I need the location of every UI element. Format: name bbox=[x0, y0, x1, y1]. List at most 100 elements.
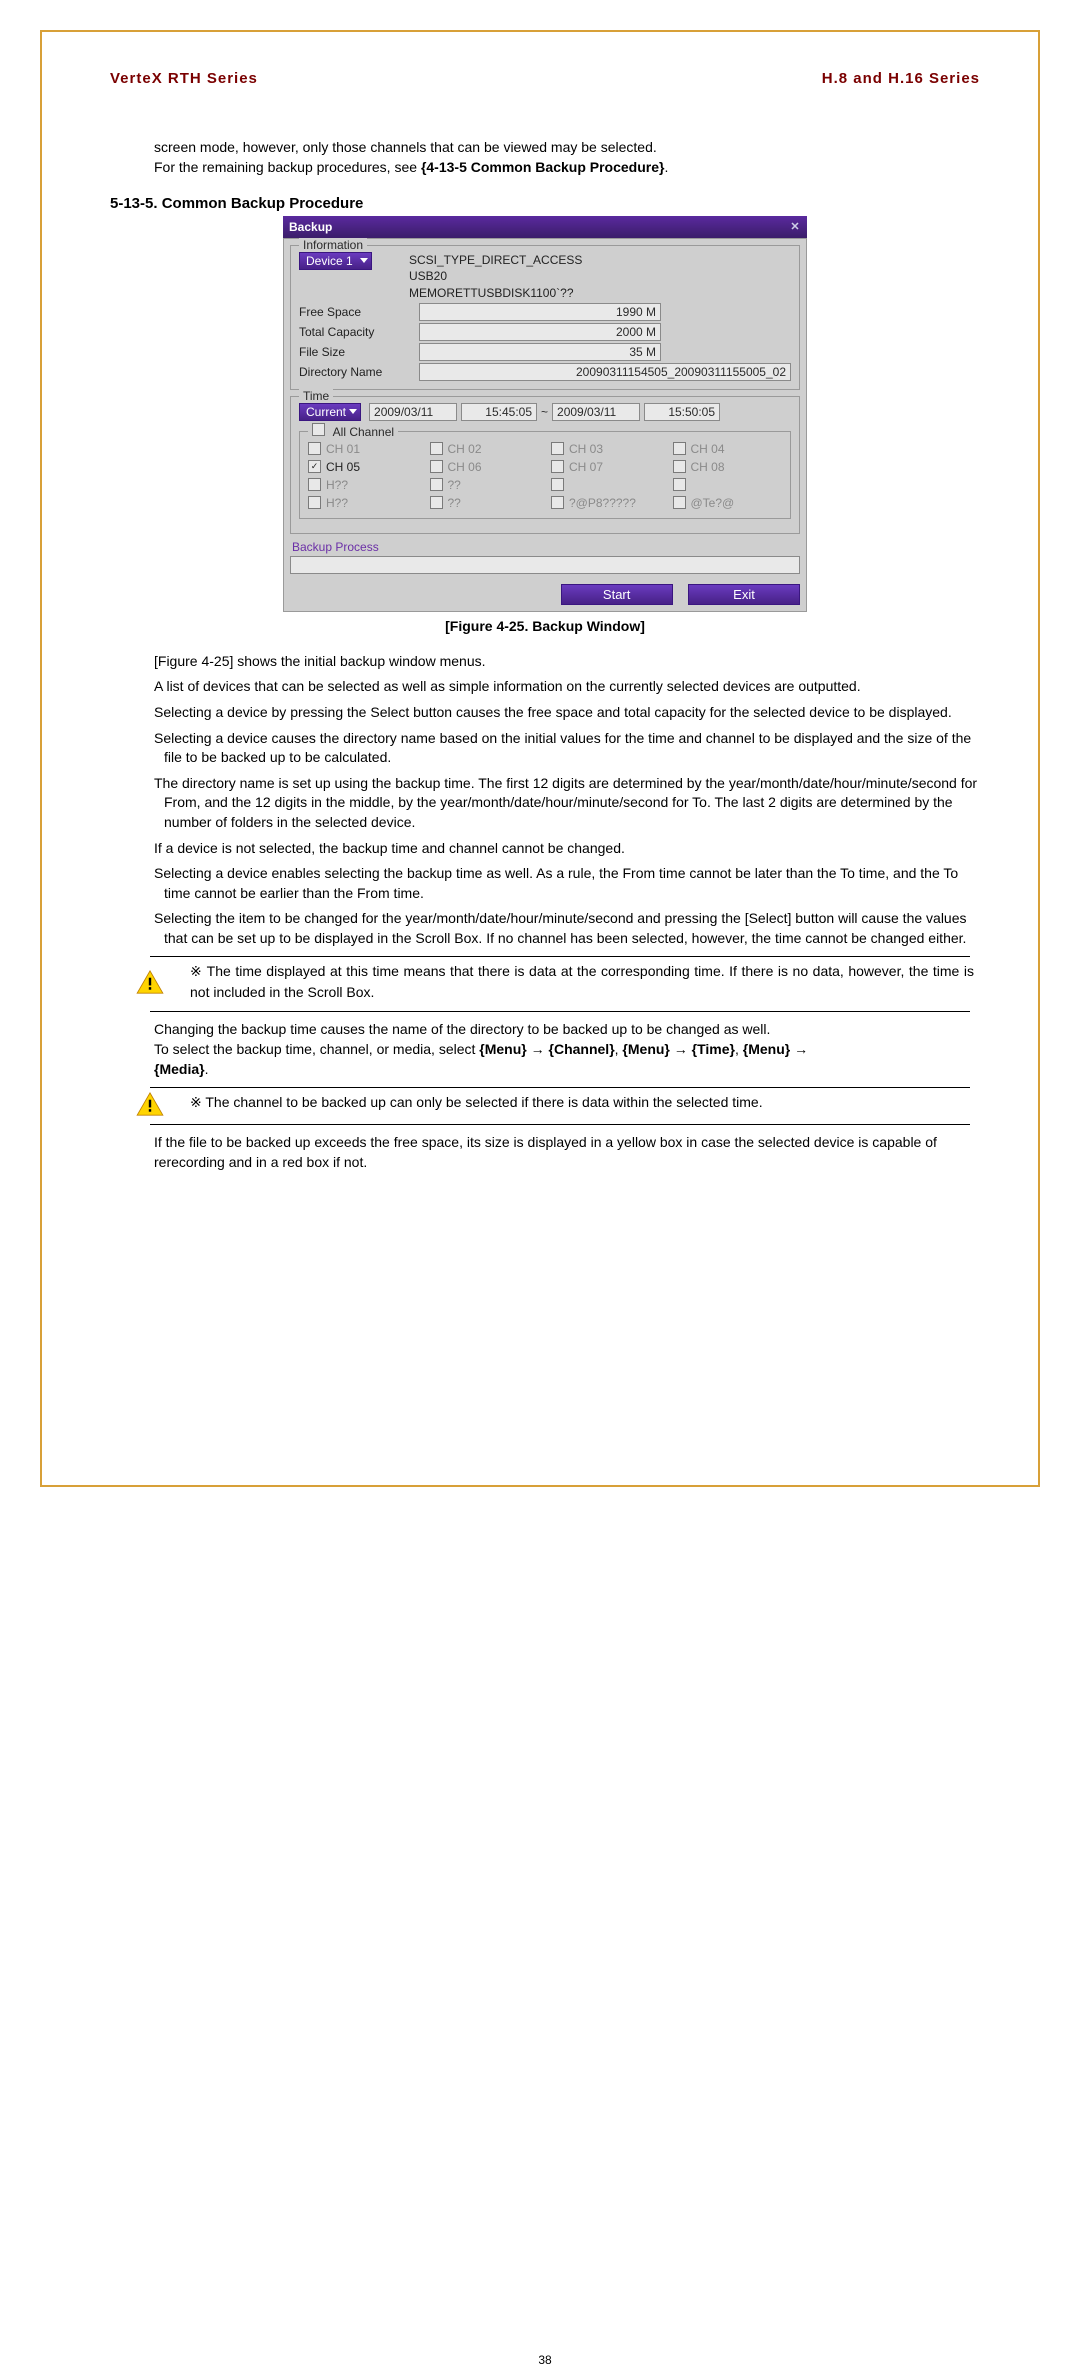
channel-label: CH 04 bbox=[691, 442, 725, 456]
bullet-5: The directory name is set up using the b… bbox=[110, 774, 980, 833]
header-left: VerteX RTH Series bbox=[110, 70, 258, 87]
divider bbox=[150, 1087, 970, 1088]
note-1-text: ※ The time displayed at this time means … bbox=[190, 961, 980, 1003]
mid-dot: . bbox=[205, 1061, 209, 1077]
all-channel-checkbox[interactable] bbox=[312, 423, 325, 436]
channel-checkbox bbox=[430, 496, 443, 509]
val-dir: 20090311154505_20090311155005_02 bbox=[419, 363, 791, 381]
to-date[interactable]: 2009/03/11 bbox=[552, 403, 640, 421]
backup-window: Backup ✕ Information Device 1 SCSI_TYPE_… bbox=[283, 216, 807, 612]
channel-16: @Te?@ bbox=[673, 496, 783, 510]
bullet-3: Selecting a device by pressing the Selec… bbox=[110, 703, 980, 723]
figure-caption: [Figure 4-25. Backup Window] bbox=[110, 618, 980, 634]
mid-channel: {Channel} bbox=[549, 1041, 615, 1057]
channel-12 bbox=[673, 478, 783, 492]
note-1: ※ The time displayed at this time means … bbox=[110, 961, 980, 1003]
channel-13: H?? bbox=[308, 496, 418, 510]
channel-15: ?@P8????? bbox=[551, 496, 661, 510]
channel-label: CH 08 bbox=[691, 460, 725, 474]
close-icon[interactable]: ✕ bbox=[787, 218, 803, 232]
mid-menu1: {Menu} bbox=[479, 1041, 526, 1057]
channel-10: ?? bbox=[430, 478, 540, 492]
tilde: ~ bbox=[541, 405, 548, 419]
lab-dir: Directory Name bbox=[299, 365, 419, 379]
channel-checkbox bbox=[551, 478, 564, 491]
bullet-2: A list of devices that can be selected a… bbox=[110, 677, 980, 697]
channel-checkbox bbox=[673, 442, 686, 455]
mid-comma2: , bbox=[735, 1041, 743, 1057]
intro-line1: screen mode, however, only those channel… bbox=[154, 138, 980, 158]
from-time[interactable]: 15:45:05 bbox=[461, 403, 537, 421]
arrow-icon: → bbox=[527, 1041, 549, 1057]
to-time[interactable]: 15:50:05 bbox=[644, 403, 720, 421]
channel-11 bbox=[551, 478, 661, 492]
channel-label: ?? bbox=[448, 496, 461, 510]
mid-media: {Media} bbox=[154, 1061, 205, 1077]
channel-checkbox bbox=[308, 442, 321, 455]
from-date[interactable]: 2009/03/11 bbox=[369, 403, 457, 421]
backup-title-text: Backup bbox=[289, 220, 332, 234]
channel-label: H?? bbox=[326, 496, 348, 510]
exit-button[interactable]: Exit bbox=[688, 584, 800, 605]
channel-8: CH 08 bbox=[673, 460, 783, 474]
mid-line3: {Media}. bbox=[154, 1060, 980, 1080]
device-select[interactable]: Device 1 bbox=[299, 252, 372, 270]
channel-checkbox bbox=[308, 478, 321, 491]
channel-2: CH 02 bbox=[430, 442, 540, 456]
mid-l2a: To select the backup time, channel, or m… bbox=[154, 1041, 479, 1057]
channel-checkbox bbox=[551, 460, 564, 473]
channel-3: CH 03 bbox=[551, 442, 661, 456]
channel-label: ?@P8????? bbox=[569, 496, 636, 510]
all-channel-label: All Channel bbox=[333, 425, 394, 439]
time-mode-select[interactable]: Current bbox=[299, 403, 361, 421]
intro-l2-a: For the remaining backup procedures, see bbox=[154, 159, 421, 175]
channel-checkbox bbox=[430, 442, 443, 455]
mid-line2: To select the backup time, channel, or m… bbox=[154, 1040, 980, 1060]
val-total-cap: 2000 M bbox=[419, 323, 661, 341]
mid-line1: Changing the backup time causes the name… bbox=[154, 1020, 980, 1040]
val-free-space: 1990 M bbox=[419, 303, 661, 321]
channel-7: CH 07 bbox=[551, 460, 661, 474]
section-title: 5-13-5. Common Backup Procedure bbox=[110, 195, 980, 212]
channel-grid: CH 01 CH 02 CH 03 CH 04 CH 05 CH 06 CH 07 CH 08… bbox=[308, 442, 782, 510]
legend-time: Time bbox=[299, 389, 333, 403]
divider bbox=[150, 1011, 970, 1012]
channel-label: CH 03 bbox=[569, 442, 603, 456]
channel-14: ?? bbox=[430, 496, 540, 510]
backup-progress bbox=[290, 556, 800, 574]
arrow-icon: → bbox=[790, 1041, 808, 1057]
description-list: [Figure 4-25] shows the initial backup w… bbox=[110, 652, 980, 949]
channel-label: CH 01 bbox=[326, 442, 360, 456]
header-right: H.8 and H.16 Series bbox=[822, 70, 980, 87]
channel-label: @Te?@ bbox=[691, 496, 735, 510]
bullet-4: Selecting a device causes the directory … bbox=[110, 729, 980, 768]
lab-free-space: Free Space bbox=[299, 305, 419, 319]
start-button[interactable]: Start bbox=[561, 584, 673, 605]
intro-l2-b: {4-13-5 Common Backup Procedure} bbox=[421, 159, 665, 175]
channel-checkbox bbox=[308, 496, 321, 509]
channel-checkbox bbox=[551, 442, 564, 455]
lab-file-size: File Size bbox=[299, 345, 419, 359]
device-info: SCSI_TYPE_DIRECT_ACCESS USB20 MEMORETTUS… bbox=[409, 252, 791, 301]
arrow-icon: → bbox=[670, 1041, 692, 1057]
time-mode-label: Current bbox=[306, 405, 346, 419]
legend-all-channel: All Channel bbox=[308, 423, 398, 439]
page-header: VerteX RTH Series H.8 and H.16 Series bbox=[110, 70, 980, 88]
group-information: Information Device 1 SCSI_TYPE_DIRECT_AC… bbox=[290, 245, 800, 390]
group-time: Time Current 2009/03/11 15:45:05 ~ 2009/… bbox=[290, 396, 800, 534]
tail-text: If the file to be backed up exceeds the … bbox=[154, 1133, 980, 1172]
channel-4: CH 04 bbox=[673, 442, 783, 456]
channel-checkbox[interactable] bbox=[308, 460, 321, 473]
note-2: ※ The channel to be backed up can only b… bbox=[110, 1092, 980, 1116]
channel-checkbox bbox=[673, 478, 686, 491]
channel-5[interactable]: CH 05 bbox=[308, 460, 418, 474]
channel-label: CH 06 bbox=[448, 460, 482, 474]
channel-label: H?? bbox=[326, 478, 348, 492]
mid-menu3: {Menu} bbox=[743, 1041, 790, 1057]
channel-label: CH 07 bbox=[569, 460, 603, 474]
divider bbox=[150, 956, 970, 957]
val-file-size: 35 M bbox=[419, 343, 661, 361]
devinfo-1: SCSI_TYPE_DIRECT_ACCESS bbox=[409, 252, 791, 268]
bullet-8: Selecting the item to be changed for the… bbox=[110, 909, 980, 948]
channel-1: CH 01 bbox=[308, 442, 418, 456]
